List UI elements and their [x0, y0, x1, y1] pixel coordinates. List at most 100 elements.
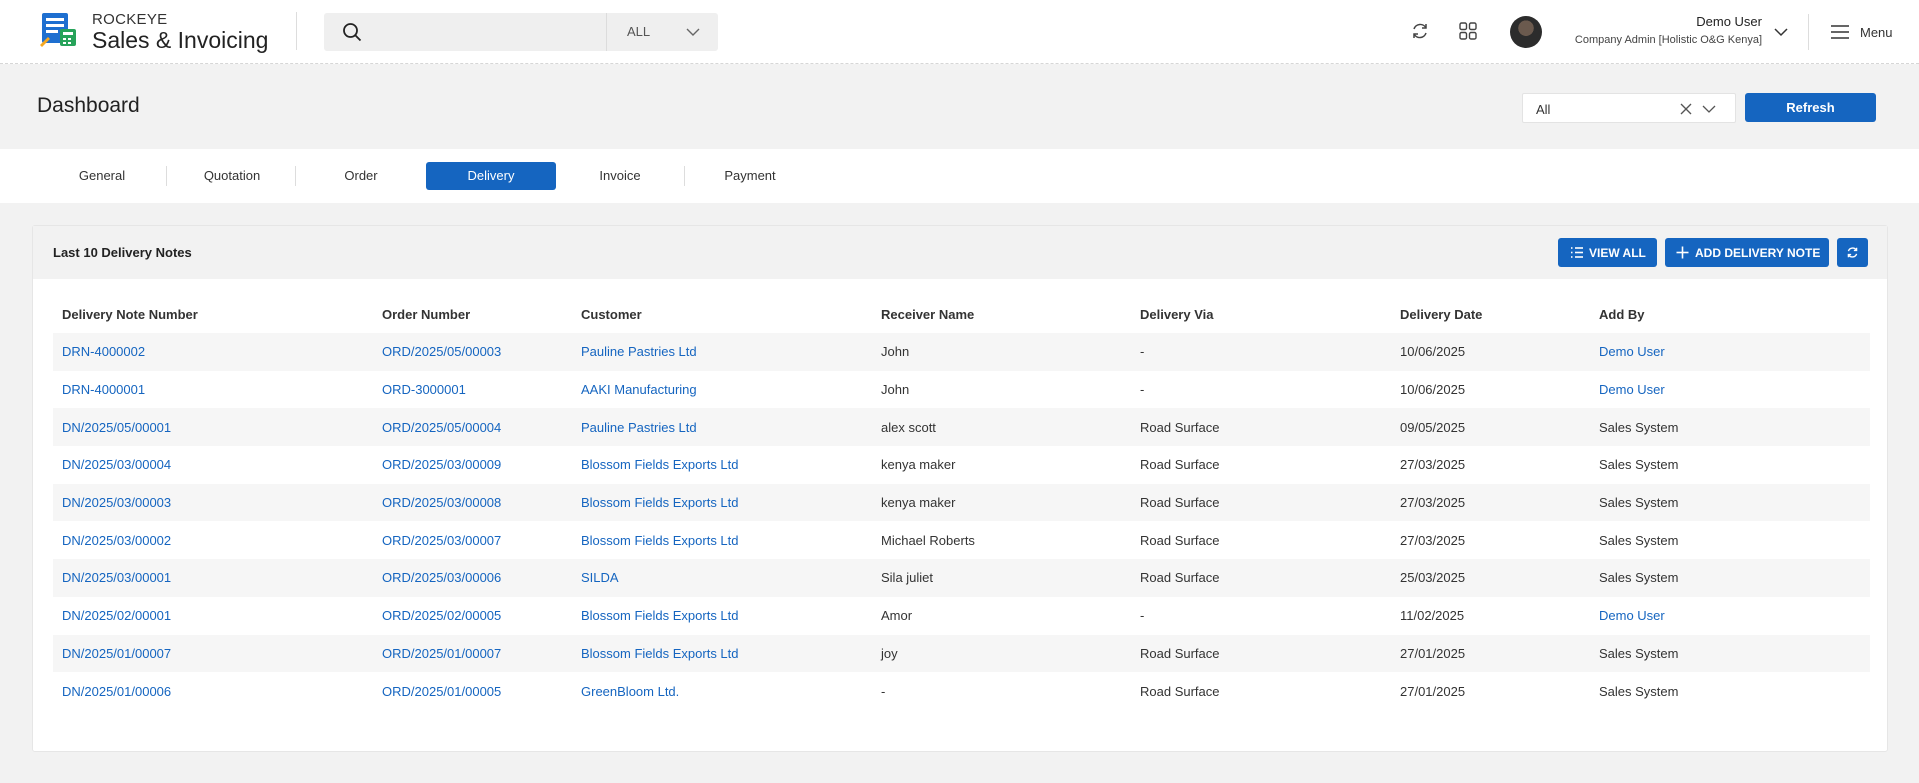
col-add-by[interactable]: Add By	[1590, 296, 1870, 333]
delivery-note-link[interactable]: DN/2025/03/00001	[53, 559, 373, 597]
tab-order[interactable]: Order	[296, 162, 426, 190]
delivery-note-link[interactable]: DN/2025/03/00004	[53, 446, 373, 484]
tab-payment[interactable]: Payment	[685, 162, 815, 190]
menu-label: Menu	[1860, 25, 1893, 40]
delivery-note-link[interactable]: DRN-4000001	[53, 371, 373, 409]
brand-top: ROCKEYE	[92, 11, 168, 28]
order-number-link[interactable]: ORD/2025/03/00006	[373, 559, 572, 597]
col-customer[interactable]: Customer	[572, 296, 872, 333]
customer-link[interactable]: Pauline Pastries Ltd	[572, 333, 872, 371]
delivery-note-link[interactable]: DN/2025/02/00001	[53, 597, 373, 635]
col-delivery-date[interactable]: Delivery Date	[1391, 296, 1590, 333]
delivery-via-cell: Road Surface	[1140, 457, 1220, 473]
user-avatar[interactable]	[1510, 16, 1542, 48]
delivery-date-cell: 10/06/2025	[1400, 382, 1466, 398]
close-icon[interactable]	[1680, 103, 1692, 115]
refresh-button[interactable]: Refresh	[1745, 93, 1876, 122]
search-icon[interactable]	[342, 22, 362, 42]
order-number-link[interactable]: ORD-3000001	[373, 371, 572, 409]
order-number-link[interactable]: ORD/2025/05/00003	[373, 333, 572, 371]
delivery-via-cell: -	[1140, 382, 1145, 398]
customer-link[interactable]: Pauline Pastries Ltd	[572, 408, 872, 446]
search-scope-select[interactable]: ALL	[606, 13, 718, 51]
table-row[interactable]: DRN-4000001 ORD-3000001 AAKI Manufacturing…	[53, 371, 1870, 409]
customer-link[interactable]: GreenBloom Ltd.	[572, 672, 872, 710]
filter-value: All	[1536, 102, 1551, 117]
delivery-note-link[interactable]: DN/2025/03/00002	[53, 521, 373, 559]
delivery-note-link[interactable]: DN/2025/05/00001	[53, 408, 373, 446]
app-logo-icon[interactable]	[40, 12, 80, 48]
table-row[interactable]: DRN-4000002 ORD/2025/05/00003 Pauline Past…	[53, 333, 1870, 371]
order-number-link[interactable]: ORD/2025/05/00004	[373, 408, 572, 446]
chevron-down-icon[interactable]	[1773, 25, 1789, 39]
dashboard-filter-select[interactable]: All	[1522, 93, 1736, 123]
order-number-link[interactable]: ORD/2025/03/00009	[373, 446, 572, 484]
delivery-via-cell: Road Surface	[1140, 645, 1220, 661]
delivery-date-cell: 27/03/2025	[1400, 532, 1466, 548]
delivery-date-cell: 10/06/2025	[1400, 344, 1466, 360]
table-row[interactable]: DN/2025/03/00002 ORD/2025/03/00007 Blossom…	[53, 521, 1870, 559]
receiver-name-cell: -	[881, 683, 886, 699]
receiver-name-cell: John	[881, 344, 910, 360]
receiver-name-cell: Michael Roberts	[881, 532, 975, 548]
delivery-note-link[interactable]: DN/2025/03/00003	[53, 484, 373, 522]
delivery-note-link[interactable]: DN/2025/01/00007	[53, 635, 373, 673]
delivery-date-cell: 25/03/2025	[1400, 570, 1466, 586]
delivery-date-cell: 27/03/2025	[1400, 457, 1466, 473]
apps-grid-icon[interactable]	[1457, 20, 1479, 42]
added-by-link[interactable]: Demo User	[1590, 333, 1870, 371]
table-row[interactable]: DN/2025/05/00001 ORD/2025/05/00004 Pauline…	[53, 408, 1870, 447]
customer-link[interactable]: Blossom Fields Exports Ltd	[572, 635, 872, 673]
col-order-number[interactable]: Order Number	[373, 296, 572, 333]
card-header: Last 10 Delivery Notes VIEW ALL ADD DELI…	[33, 226, 1887, 279]
customer-link[interactable]: Blossom Fields Exports Ltd	[572, 446, 872, 484]
added-by-link[interactable]: Demo User	[1590, 597, 1870, 635]
customer-link[interactable]: Blossom Fields Exports Ltd	[572, 597, 872, 635]
added-by-link[interactable]: Demo User	[1590, 371, 1870, 409]
order-number-link[interactable]: ORD/2025/01/00005	[373, 672, 572, 710]
table-row[interactable]: DN/2025/01/00007 ORD/2025/01/00007 Blossom…	[53, 634, 1870, 673]
table-row[interactable]: DN/2025/02/00001 ORD/2025/02/00005 Blossom…	[53, 597, 1870, 635]
user-name[interactable]: Demo User	[1696, 14, 1762, 29]
order-number-link[interactable]: ORD/2025/03/00008	[373, 484, 572, 522]
customer-link[interactable]: Blossom Fields Exports Ltd	[572, 521, 872, 559]
receiver-name-cell: joy	[881, 645, 898, 661]
delivery-note-link[interactable]: DN/2025/01/00006	[53, 672, 373, 710]
col-delivery-via[interactable]: Delivery Via	[1131, 296, 1391, 333]
tab-quotation[interactable]: Quotation	[167, 162, 297, 190]
table-row[interactable]: DN/2025/01/00006 ORD/2025/01/00005 GreenBl…	[53, 672, 1870, 710]
delivery-via-cell: -	[1140, 344, 1145, 360]
hamburger-icon	[1831, 25, 1849, 39]
order-number-link[interactable]: ORD/2025/03/00007	[373, 521, 572, 559]
chevron-down-icon	[1702, 105, 1716, 113]
added-by-cell: Sales System	[1599, 532, 1679, 548]
sync-icon[interactable]	[1409, 20, 1431, 42]
tab-invoice[interactable]: Invoice	[555, 162, 685, 190]
customer-link[interactable]: SILDA	[572, 559, 872, 597]
add-delivery-note-button[interactable]: ADD DELIVERY NOTE	[1665, 238, 1829, 267]
order-number-link[interactable]: ORD/2025/02/00005	[373, 597, 572, 635]
delivery-via-cell: Road Surface	[1140, 495, 1220, 511]
col-delivery-note-number[interactable]: Delivery Note Number	[53, 296, 373, 333]
table-row[interactable]: DN/2025/03/00001 ORD/2025/03/00006 SILDA Si…	[53, 559, 1870, 597]
delivery-via-cell: Road Surface	[1140, 532, 1220, 548]
col-receiver-name[interactable]: Receiver Name	[872, 296, 1131, 333]
delivery-via-cell: Road Surface	[1140, 683, 1220, 699]
customer-link[interactable]: AAKI Manufacturing	[572, 371, 872, 409]
delivery-date-cell: 27/01/2025	[1400, 645, 1466, 661]
plus-icon	[1676, 246, 1689, 259]
header-divider	[1808, 14, 1809, 50]
customer-link[interactable]: Blossom Fields Exports Ltd	[572, 484, 872, 522]
added-by-cell: Sales System	[1599, 457, 1679, 473]
user-role: Company Admin [Holistic O&G Kenya]	[1574, 34, 1762, 46]
reload-table-button[interactable]	[1837, 238, 1868, 267]
table-row[interactable]: DN/2025/03/00003 ORD/2025/03/00008 Blossom…	[53, 483, 1870, 522]
tab-delivery[interactable]: Delivery	[426, 162, 556, 190]
delivery-note-link[interactable]: DRN-4000002	[53, 333, 373, 371]
receiver-name-cell: John	[881, 382, 910, 398]
table-row[interactable]: DN/2025/03/00004 ORD/2025/03/00009 Blossom…	[53, 446, 1870, 484]
view-all-button[interactable]: VIEW ALL	[1558, 238, 1657, 267]
tab-general[interactable]: General	[37, 162, 167, 190]
delivery-notes-table: Delivery Note Number Order Number Custom…	[53, 296, 1870, 710]
order-number-link[interactable]: ORD/2025/01/00007	[373, 635, 572, 673]
